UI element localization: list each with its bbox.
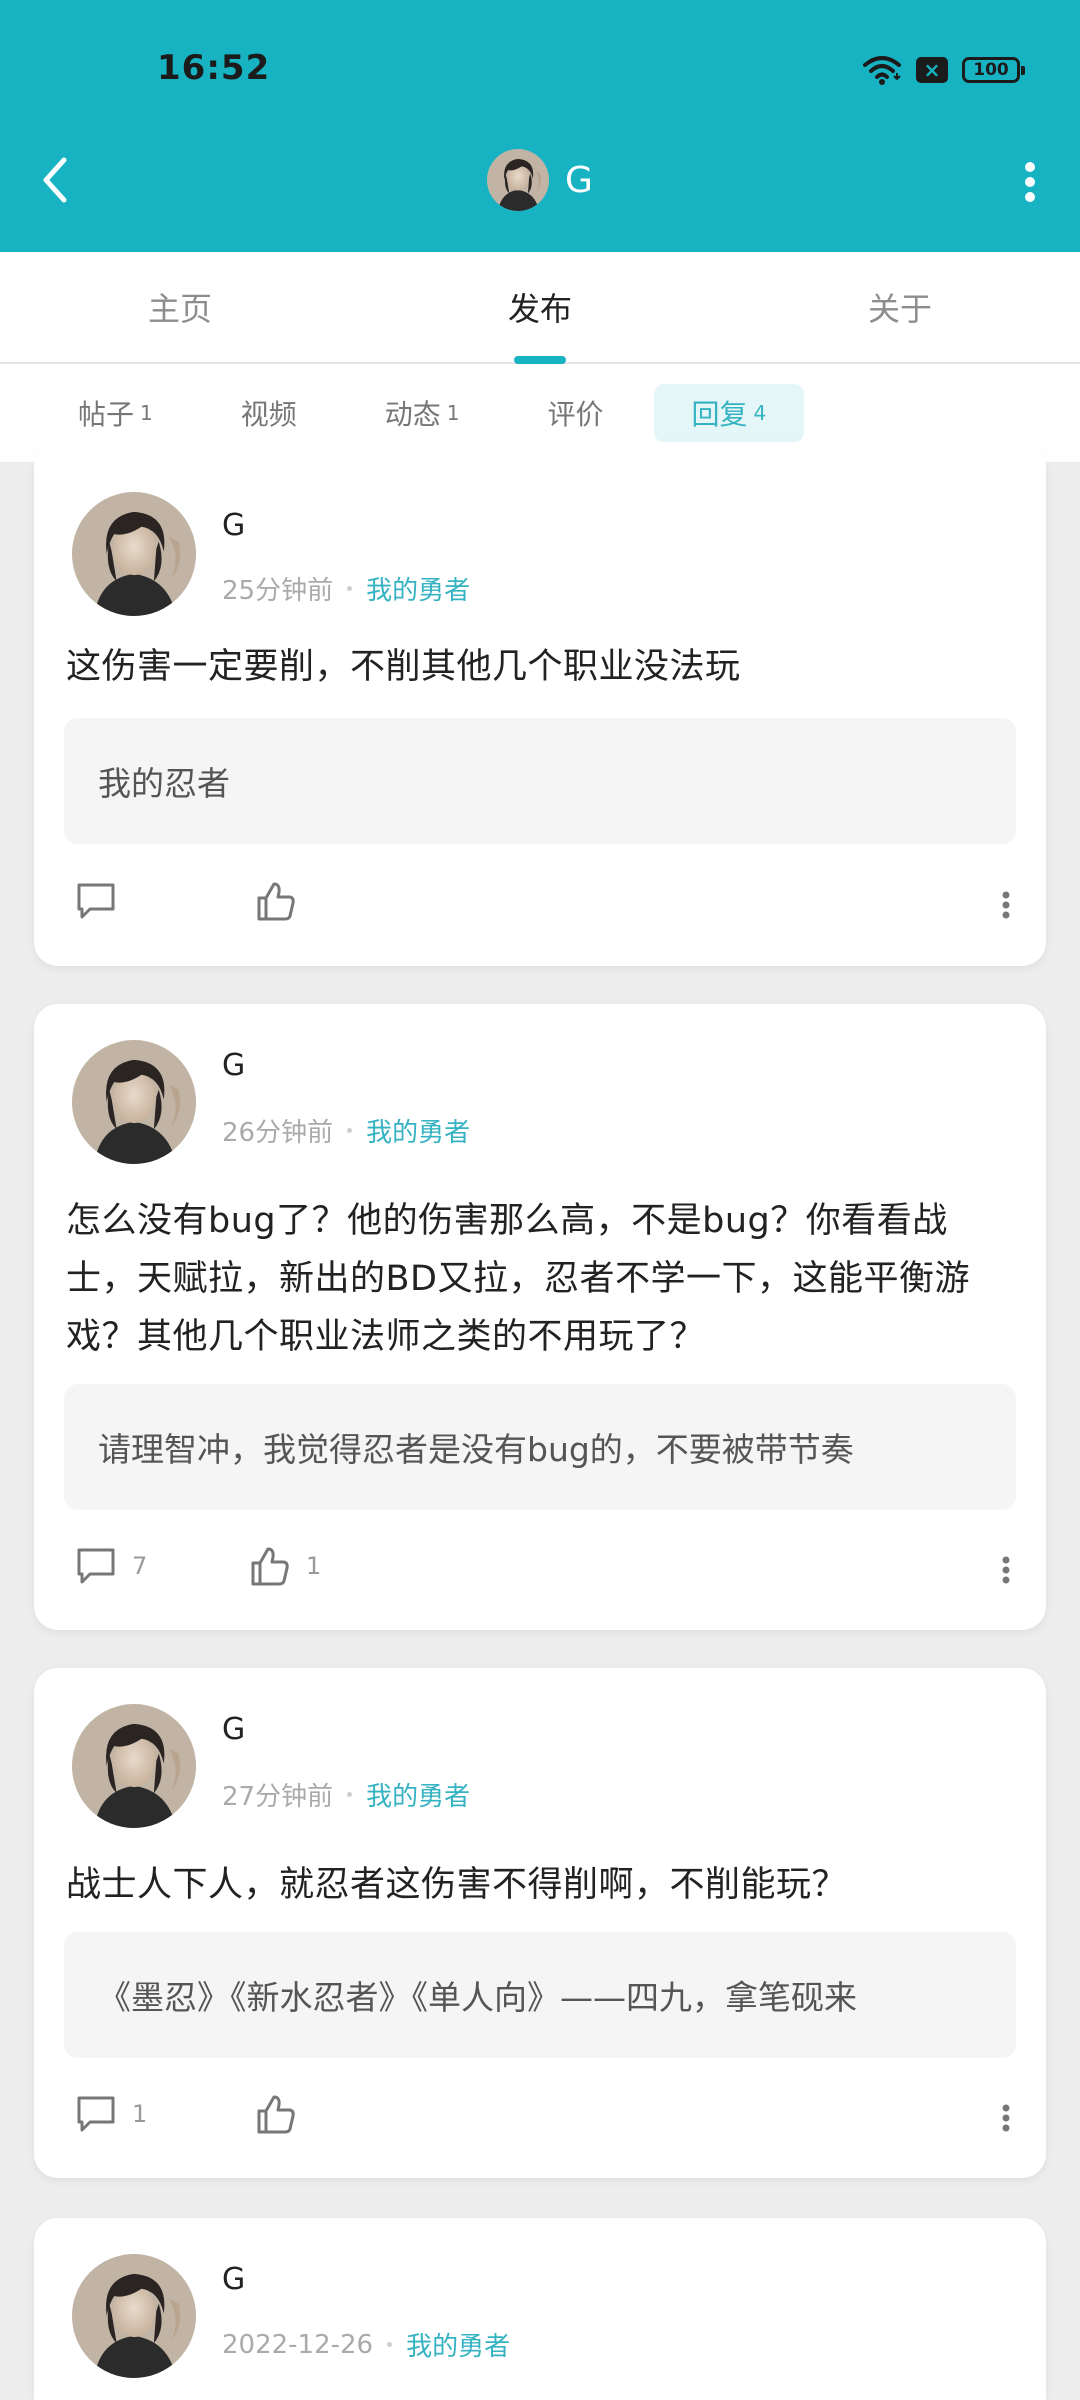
separator-dot (387, 2342, 393, 2347)
avatar[interactable] (487, 149, 549, 211)
avatar[interactable] (72, 492, 196, 616)
comment-icon (77, 883, 115, 919)
comment-button[interactable]: 1 (74, 2092, 147, 2136)
quoted-post[interactable]: 我的忍者 (64, 718, 1016, 844)
like-button[interactable]: 1 (248, 1544, 321, 1588)
post-time: 25分钟前 (222, 576, 334, 606)
post-meta: 26分钟前 我的勇者 (222, 1112, 470, 1149)
post-more-button[interactable] (996, 1544, 1016, 1596)
post-meta: 27分钟前 我的勇者 (222, 1776, 470, 1813)
post-time: 27分钟前 (222, 1782, 334, 1812)
more-vertical-icon (1002, 2104, 1010, 2132)
post-time: 2022-12-26 (222, 2329, 374, 2360)
top-app-bar: 16:52 × 100 G (0, 0, 1080, 252)
post-meta: 2022-12-26 我的勇者 (222, 2326, 510, 2363)
reply-content: 怎么没有bug了？他的伤害那么高，不是bug？你看看战士，天赋拉，新出的BD又拉… (66, 1201, 970, 1357)
separator-dot (347, 1792, 353, 1797)
status-icons: × 100 (862, 52, 1025, 88)
like-count: 1 (306, 1552, 322, 1580)
game-tag[interactable]: 我的勇者 (366, 1112, 470, 1149)
wifi-icon (863, 56, 901, 85)
quoted-post[interactable]: 请理智冲，我觉得忍者是没有bug的，不要被带节奏 (64, 1384, 1016, 1510)
post-time: 26分钟前 (222, 1118, 334, 1148)
reply-card[interactable]: G 27分钟前 我的勇者 战士人下人，就忍者这伤害不得削啊，不削能玩？ 《墨忍》… (34, 1668, 1046, 2178)
subtab-count: 4 (753, 401, 767, 425)
x-badge-icon: × (916, 57, 948, 83)
tab-posts[interactable]: 发布 (360, 252, 720, 364)
action-bar: 7 1 (74, 1544, 1016, 1596)
subtab-videos[interactable]: 视频 (203, 384, 335, 442)
like-button[interactable] (254, 879, 298, 923)
comment-button[interactable]: 7 (74, 1544, 147, 1588)
tab-about[interactable]: 关于 (720, 252, 1080, 362)
subtab-label: 帖子 (78, 398, 135, 431)
reply-card[interactable]: G 26分钟前 我的勇者 怎么没有bug了？他的伤害那么高，不是bug？你看看战… (34, 1004, 1046, 1630)
avatar[interactable] (72, 2254, 196, 2378)
author-name[interactable]: G (222, 2262, 245, 2297)
reply-content: 这伤害一定要削，不削其他几个职业没法玩 (66, 647, 741, 687)
post-more-button[interactable] (996, 879, 1016, 931)
subtab-replies[interactable]: 回复 4 (653, 384, 805, 442)
subtab-label: 回复 (691, 398, 748, 431)
subtab-moments[interactable]: 动态 1 (347, 384, 498, 442)
subtab-threads[interactable]: 帖子 1 (40, 384, 191, 442)
comment-icon (77, 1548, 115, 1584)
reply-content: 战士人下人，就忍者这伤害不得削啊，不削能玩？ (66, 1865, 848, 1905)
subtab-label: 动态 (384, 398, 441, 431)
thumbs-up-icon (257, 2095, 295, 2134)
tab-home[interactable]: 主页 (0, 252, 360, 362)
action-bar (74, 879, 1016, 931)
subtab-label: 视频 (240, 398, 297, 431)
battery-icon: 100 (962, 57, 1025, 83)
profile-tabs: 主页 发布 关于 (0, 252, 1080, 364)
author-name[interactable]: G (222, 1048, 245, 1083)
more-vertical-icon (1002, 1556, 1010, 1584)
reply-card[interactable]: G 2022-12-26 我的勇者 (34, 2218, 1046, 2400)
comment-button[interactable] (74, 879, 118, 923)
status-time: 16:52 (157, 48, 271, 88)
more-vertical-icon (1002, 891, 1010, 919)
separator-dot (347, 586, 353, 591)
comment-count: 7 (132, 1552, 148, 1580)
separator-dot (347, 1128, 353, 1133)
game-tag[interactable]: 我的勇者 (366, 1776, 470, 1813)
page-title: G (565, 159, 593, 201)
author-name[interactable]: G (222, 508, 245, 543)
game-tag[interactable]: 我的勇者 (366, 570, 470, 607)
avatar[interactable] (72, 1704, 196, 1828)
post-more-button[interactable] (996, 2092, 1016, 2144)
author-name[interactable]: G (222, 1712, 245, 1747)
quoted-post[interactable]: 《墨忍》《新水忍者》《单人向》——四九，拿笔砚来 (64, 1932, 1016, 2058)
subtab-count: 1 (446, 401, 460, 425)
post-meta: 25分钟前 我的勇者 (222, 570, 470, 607)
subtab-label: 评价 (547, 398, 604, 431)
thumbs-up-icon (257, 882, 295, 921)
reply-card[interactable]: G 25分钟前 我的勇者 这伤害一定要削，不削其他几个职业没法玩 我的忍者 (34, 442, 1046, 966)
more-vertical-icon (1025, 162, 1035, 202)
subtab-reviews[interactable]: 评价 (510, 384, 642, 442)
action-bar: 1 (74, 2092, 1016, 2144)
comment-icon (77, 2096, 115, 2132)
comment-count: 1 (132, 2100, 148, 2128)
avatar[interactable] (72, 1040, 196, 1164)
game-tag[interactable]: 我的勇者 (406, 2326, 510, 2363)
subtab-count: 1 (140, 401, 153, 425)
profile-title: G (0, 148, 1080, 212)
battery-level: 100 (973, 60, 1009, 80)
more-button[interactable] (1008, 150, 1052, 214)
like-button[interactable] (254, 2092, 298, 2136)
thumbs-up-icon (251, 1547, 289, 1586)
